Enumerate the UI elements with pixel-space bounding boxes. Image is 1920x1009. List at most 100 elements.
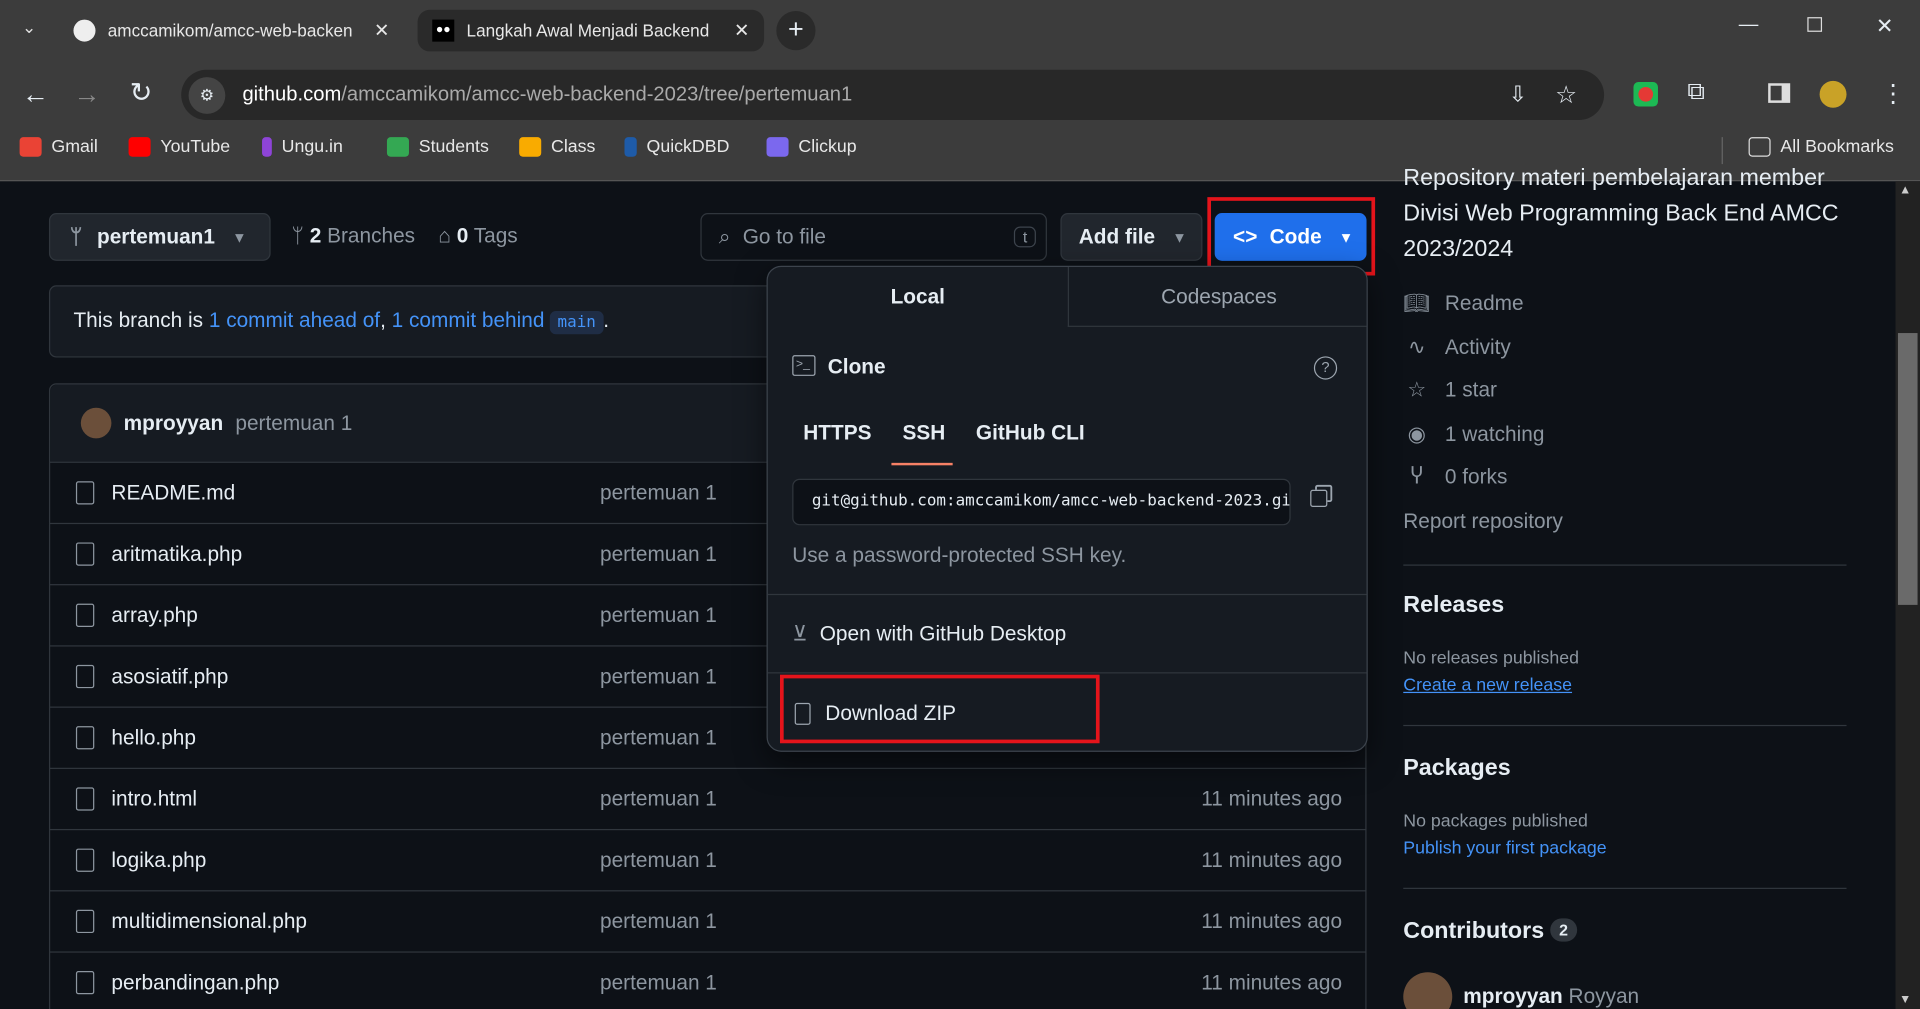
tab-ssh[interactable]: SSH	[902, 421, 945, 445]
bookmark-quickdbd[interactable]: QuickDBD	[624, 137, 729, 157]
ahead-link[interactable]: 1 commit ahead of	[209, 309, 380, 332]
youtube-icon	[128, 137, 151, 157]
back-button[interactable]: ←	[22, 78, 49, 110]
terminal-icon: >_	[792, 355, 816, 376]
packages-heading[interactable]: Packages	[1403, 756, 1510, 783]
scroll-up-icon[interactable]: ▲	[1899, 184, 1911, 197]
tab-search-chevron-icon[interactable]: ⌄	[22, 17, 36, 38]
commit-message-link[interactable]: pertemuan 1	[600, 603, 717, 627]
base-branch-badge[interactable]: main	[550, 311, 604, 335]
help-icon[interactable]: ?	[1313, 356, 1338, 380]
bookmark-students[interactable]: Students	[386, 137, 489, 157]
medium-icon: ●●	[432, 19, 455, 42]
reload-button[interactable]: ↻	[130, 77, 153, 109]
file-icon	[75, 787, 95, 811]
file-name-link[interactable]: array.php	[111, 603, 197, 627]
contributor-link[interactable]: mproyyan Royyan	[1463, 984, 1639, 1008]
close-tab-icon[interactable]: ✕	[374, 20, 389, 42]
tab-https[interactable]: HTTPS	[803, 421, 871, 445]
file-name-link[interactable]: logika.php	[111, 848, 206, 872]
sidebar-stars[interactable]: ☆ 1 star	[1403, 378, 1497, 402]
commit-author-link[interactable]: mproyyan	[124, 411, 223, 435]
folder-icon	[1748, 137, 1771, 157]
tab-local[interactable]: Local	[768, 267, 1068, 327]
avatar[interactable]	[1403, 972, 1453, 1009]
branches-link[interactable]: ᛘ 2 Branches	[291, 224, 415, 248]
bookmark-star-icon[interactable]: ☆	[1555, 80, 1577, 111]
file-row[interactable]: perbandingan.php pertemuan 1 11 minutes ag…	[48, 951, 1367, 1009]
chrome-menu-icon[interactable]: ⋮	[1881, 78, 1905, 109]
file-row[interactable]: multidimensional.php pertemuan 1 11 minute…	[48, 890, 1367, 951]
site-settings-icon[interactable]: ⚙	[188, 76, 226, 114]
highlight-download-zip	[780, 674, 1100, 744]
commit-message-link[interactable]: pertemuan 1	[600, 726, 717, 750]
file-name-link[interactable]: perbandingan.php	[111, 970, 279, 994]
branch-selector[interactable]: ᛘ pertemuan1 ▼	[48, 213, 271, 261]
sidebar-activity[interactable]: ∿ Activity	[1403, 336, 1511, 360]
open-github-desktop[interactable]: ⊻ Open with GitHub Desktop	[768, 595, 1367, 672]
contributors-heading[interactable]: Contributors 2	[1403, 918, 1577, 945]
clone-url-input[interactable]: git@github.com:amccamikom/amcc-web-backe…	[792, 478, 1291, 526]
tab-github[interactable]: amccamikom/amcc-web-backend-2023✕	[59, 10, 404, 52]
install-app-icon[interactable]: ⇩	[1509, 82, 1527, 108]
publish-package-link[interactable]: Publish your first package	[1403, 839, 1606, 859]
clickup-icon	[766, 137, 789, 157]
file-name-link[interactable]: intro.html	[111, 787, 197, 811]
scrollbar-thumb[interactable]	[1897, 333, 1918, 605]
releases-heading[interactable]: Releases	[1403, 593, 1504, 620]
bookmark-gmail[interactable]: Gmail	[19, 137, 98, 157]
all-bookmarks[interactable]: All Bookmarks	[1748, 137, 1894, 157]
file-name-link[interactable]: hello.php	[111, 726, 196, 750]
new-tab-button[interactable]: +	[776, 11, 816, 51]
commit-message-link[interactable]: pertemuan 1	[600, 970, 717, 994]
minimize-button[interactable]: —	[1739, 15, 1759, 37]
tab-codespaces[interactable]: Codespaces	[1067, 266, 1367, 327]
address-bar[interactable]: ⚙ github.com/amccamikom/amcc-web-backend…	[181, 69, 1605, 121]
commit-time: 11 minutes ago	[1201, 909, 1343, 933]
bookmark-youtube[interactable]: YouTube	[128, 137, 230, 157]
commit-message-link[interactable]: pertemuan 1	[600, 664, 717, 688]
file-name-link[interactable]: README.md	[111, 481, 235, 505]
behind-link[interactable]: 1 commit behind	[392, 309, 545, 332]
sidebar-readme[interactable]: 📖︎ Readme	[1403, 291, 1524, 315]
bookmark-unguin[interactable]: Ungu.in	[262, 137, 343, 157]
commit-message-link[interactable]: pertemuan 1	[235, 411, 352, 435]
profile-avatar[interactable]	[1819, 80, 1847, 108]
close-tab-icon[interactable]: ✕	[734, 20, 749, 42]
tab-github-cli[interactable]: GitHub CLI	[976, 421, 1085, 445]
tag-icon: ⌂	[438, 224, 457, 248]
report-repository-link[interactable]: Report repository	[1403, 509, 1563, 533]
add-file-button[interactable]: Add file ▼	[1060, 213, 1203, 261]
file-icon	[75, 971, 95, 995]
scrollbar[interactable]: ▲ ▼	[1895, 181, 1920, 1009]
copy-icon[interactable]	[1310, 489, 1328, 507]
commit-message-link[interactable]: pertemuan 1	[600, 909, 717, 933]
go-to-file-input[interactable]: ⌕ Go to file t	[700, 213, 1047, 261]
side-panel-icon[interactable]	[1768, 83, 1791, 103]
sidebar-forks[interactable]: Ⴤ0 forks	[1403, 465, 1508, 489]
file-name-link[interactable]: aritmatika.php	[111, 542, 242, 566]
forward-button[interactable]: →	[73, 78, 100, 110]
file-name-link[interactable]: multidimensional.php	[111, 909, 307, 933]
close-window-button[interactable]: ✕	[1876, 15, 1893, 39]
commit-message-link[interactable]: pertemuan 1	[600, 542, 717, 566]
extensions-puzzle-icon[interactable]: ⧉	[1687, 78, 1704, 106]
file-icon	[75, 603, 95, 627]
restore-button[interactable]	[1807, 17, 1823, 32]
commit-message-link[interactable]: pertemuan 1	[600, 481, 717, 505]
tab-medium[interactable]: ●● Langkah Awal Menjadi Backend ✕	[417, 9, 765, 52]
tags-link[interactable]: ⌂ 0 Tags	[438, 224, 517, 248]
commit-message-link[interactable]: pertemuan 1	[600, 787, 717, 811]
file-row[interactable]: intro.html pertemuan 1 11 minutes ago	[48, 767, 1367, 829]
bookmark-class[interactable]: Class	[519, 137, 595, 157]
bookmark-clickup[interactable]: Clickup	[766, 137, 857, 157]
commit-message-link[interactable]: pertemuan 1	[600, 848, 717, 872]
file-row[interactable]: logika.php pertemuan 1 11 minutes ago	[48, 828, 1367, 890]
scroll-down-icon[interactable]: ▼	[1899, 993, 1911, 1006]
sidebar-watching[interactable]: ◉ 1 watching	[1403, 422, 1545, 446]
create-release-link[interactable]: Create a new release	[1403, 676, 1572, 696]
extension-icon[interactable]	[1633, 82, 1658, 107]
search-icon: ⌕	[718, 224, 731, 248]
file-name-link[interactable]: asosiatif.php	[111, 664, 228, 688]
commit-time: 11 minutes ago	[1201, 970, 1343, 994]
